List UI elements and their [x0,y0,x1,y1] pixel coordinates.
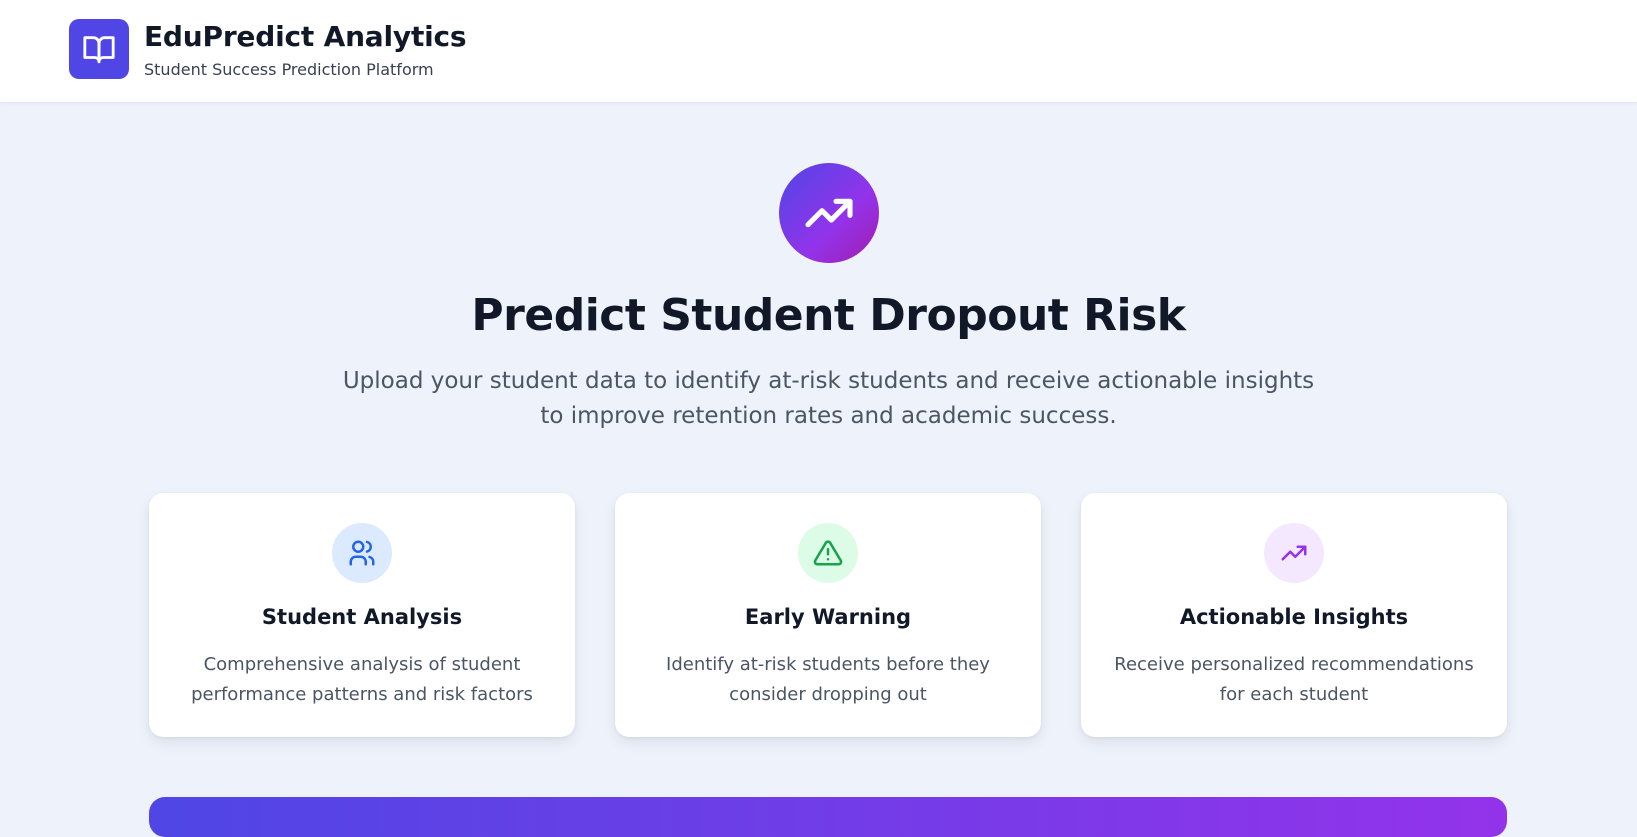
feature-card-student-analysis: Student Analysis Comprehensive analysis … [149,493,575,737]
open-book-icon [83,36,115,64]
feature-description: Comprehensive analysis of student perfor… [191,654,533,705]
upload-section-banner [149,797,1507,837]
warning-triangle-icon [813,540,843,566]
page-title: Predict Student Dropout Risk [471,290,1186,341]
app-logo[interactable] [69,19,129,79]
users-icon [349,540,375,566]
feature-title: Actionable Insights [1179,605,1409,629]
feature-icon-badge [798,523,858,583]
hero-badge [779,163,879,263]
feature-icon-badge [1264,523,1324,583]
feature-title: Early Warning [744,605,912,629]
feature-card-early-warning: Early Warning Identify at-risk students … [615,493,1041,737]
feature-description: Identify at-risk students before they co… [666,654,990,705]
trending-up-icon [805,198,853,228]
page-description: Upload your student data to identify at-… [342,368,1315,429]
feature-card-actionable-insights: Actionable Insights Receive personalized… [1081,493,1507,737]
feature-title: Student Analysis [261,605,463,629]
app-title: EduPredict Analytics [144,20,467,53]
feature-description: Receive personalized recommendations for… [1114,654,1474,705]
feature-icon-badge [332,523,392,583]
trending-up-icon [1281,545,1307,561]
app-header: EduPredict Analytics Student Success Pre… [0,0,1637,103]
app-subtitle: Student Success Prediction Platform [144,60,434,79]
